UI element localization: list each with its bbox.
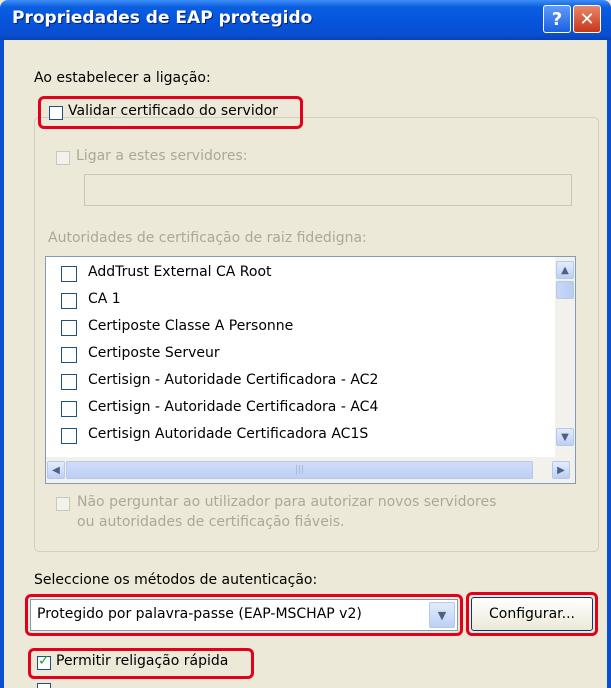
scroll-right-button[interactable]: ▶: [552, 461, 570, 479]
scroll-down-button[interactable]: ▼: [556, 428, 574, 446]
list-item[interactable]: Certiposte Serveur: [46, 342, 540, 368]
no-prompt-label-line2: ou autoridades de certificação fiáveis.: [77, 514, 345, 530]
connection-section-label: Ao estabelecer a ligação:: [34, 70, 211, 86]
list-item[interactable]: Certisign - Autoridade Certificadora - A…: [46, 396, 540, 422]
ca-label: Certisign - Autoridade Certificadora - A…: [88, 372, 379, 388]
chevron-left-icon: ◀: [52, 464, 60, 476]
chevron-up-icon: ▲: [561, 264, 569, 276]
ca-list[interactable]: AddTrust External CA Root CA 1 Certipost…: [45, 256, 576, 484]
ca-checkbox[interactable]: [61, 293, 77, 309]
list-item[interactable]: Certiposte Classe A Personne: [46, 315, 540, 341]
auth-method-value: Protegido por palavra-passe (EAP-MSCHAP …: [37, 606, 362, 622]
configure-button-label: Configurar...: [489, 606, 575, 622]
no-prompt-checkbox[interactable]: [56, 497, 70, 511]
title-bar[interactable]: Propriedades de EAP protegido ? ✕: [0, 0, 611, 40]
ca-checkbox[interactable]: [61, 266, 77, 282]
ca-label: Certiposte Serveur: [88, 345, 220, 361]
ca-label: Certiposte Classe A Personne: [88, 318, 294, 334]
vertical-scroll-thumb[interactable]: [556, 281, 574, 299]
auth-section-label: Seleccione os métodos de autenticação:: [34, 572, 318, 588]
scroll-left-button[interactable]: ◀: [47, 461, 65, 479]
connect-servers-label: Ligar a estes servidores:: [76, 148, 248, 164]
no-prompt-label-line1: Não perguntar ao utilizador para autoriz…: [77, 494, 497, 510]
window-title: Propriedades de EAP protegido: [12, 8, 313, 28]
validate-cert-label[interactable]: Validar certificado do servidor: [68, 103, 278, 119]
trusted-root-label: Autoridades de certificação de raiz fide…: [48, 230, 367, 246]
scroll-up-button[interactable]: ▲: [556, 261, 574, 279]
ca-label: AddTrust External CA Root: [88, 264, 272, 280]
chevron-down-icon: ▼: [561, 431, 569, 443]
ca-label: Certisign - Autoridade Certificadora - A…: [88, 399, 379, 415]
window-frame-left: [0, 40, 4, 688]
chevron-right-icon: ▶: [557, 464, 565, 476]
ca-checkbox[interactable]: [61, 428, 77, 444]
ca-label: CA 1: [88, 291, 121, 307]
ca-checkbox[interactable]: [61, 374, 77, 390]
close-icon: ✕: [579, 8, 595, 30]
list-item[interactable]: Certisign - Autoridade Certificadora - A…: [46, 369, 540, 395]
grip-icon: |||: [294, 465, 305, 475]
list-item[interactable]: AddTrust External CA Root: [46, 261, 540, 287]
ca-checkbox[interactable]: [61, 320, 77, 336]
validate-cert-checkbox[interactable]: [49, 106, 63, 120]
close-button[interactable]: ✕: [573, 5, 601, 33]
servers-input[interactable]: [84, 174, 572, 206]
ca-label: Certisign Autoridade Certificadora AC1S: [88, 426, 369, 442]
auth-method-select[interactable]: Protegido por palavra-passe (EAP-MSCHAP …: [30, 599, 458, 631]
dropdown-button[interactable]: ▼: [429, 602, 455, 628]
window-frame-right: [607, 40, 611, 688]
list-item[interactable]: CA 1: [46, 288, 540, 314]
fast-reconnect-label[interactable]: Permitir religação rápida: [56, 653, 228, 669]
vertical-scrollbar[interactable]: ▲ ▼: [555, 257, 575, 457]
next-option-checkbox[interactable]: [37, 683, 51, 688]
help-button[interactable]: ?: [543, 5, 571, 33]
chevron-down-icon: ▼: [437, 608, 447, 622]
horizontal-scrollbar[interactable]: ◀ ||| ▶: [46, 457, 575, 483]
list-item[interactable]: Certisign Autoridade Certificadora AC1S: [46, 423, 540, 449]
help-icon: ?: [551, 8, 563, 30]
configure-button[interactable]: Configurar...: [471, 597, 593, 631]
horizontal-scroll-thumb[interactable]: |||: [66, 461, 533, 479]
ca-checkbox[interactable]: [61, 347, 77, 363]
ca-checkbox[interactable]: [61, 401, 77, 417]
connect-servers-checkbox[interactable]: [56, 151, 70, 165]
fast-reconnect-checkbox[interactable]: [37, 653, 51, 670]
